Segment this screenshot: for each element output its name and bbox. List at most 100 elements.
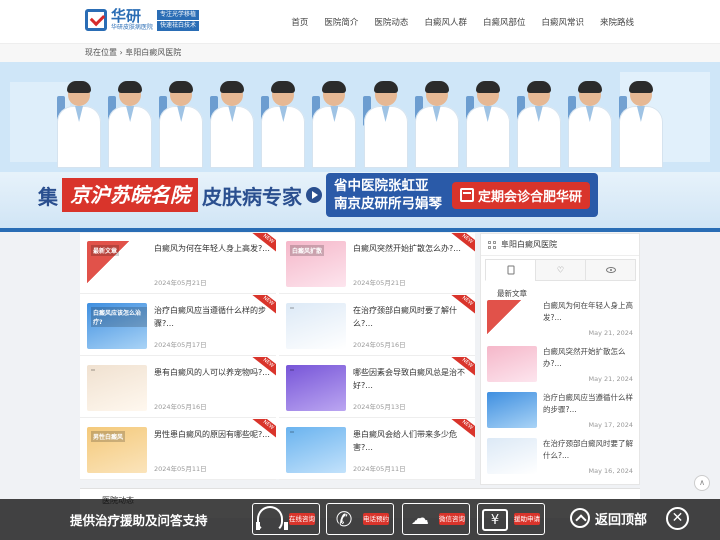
- tab-popular[interactable]: [585, 259, 636, 281]
- banner-headline: 集 京沪苏皖名院 皮肤病专家 省中医院张虹亚 南京皮研所弓娟琴 定期会诊合肥华研: [38, 173, 658, 217]
- online-consult-button[interactable]: 在线咨询: [252, 503, 320, 535]
- doctor-figure: [55, 74, 103, 170]
- nav-about[interactable]: 医院简介: [324, 16, 358, 28]
- logo-name: 华研: [111, 7, 142, 25]
- article-title[interactable]: 男性患白癜风的原因有哪些呢?...: [154, 428, 272, 441]
- wechat-consult-label: 微信咨询: [439, 513, 465, 525]
- sidebar-article-date: May 21, 2024: [588, 329, 633, 337]
- sidebar-article-date: May 16, 2024: [588, 467, 633, 475]
- article-card[interactable]: 最新文章 白癜风为何在年轻人身上高发?... 2024年05月21日 NEW: [80, 233, 276, 294]
- article-thumbnail[interactable]: [286, 427, 346, 473]
- article-thumbnail[interactable]: [87, 365, 147, 411]
- breadcrumb: 现在位置 › 阜阳白癜风医院: [0, 44, 720, 62]
- article-title[interactable]: 患有白癜风的人可以养宠物吗?...: [154, 366, 272, 379]
- sidebar-article-thumbnail[interactable]: [487, 438, 537, 474]
- nav-groups[interactable]: 白癜风人群: [424, 16, 467, 28]
- sidebar-article-title[interactable]: 白癜风突然开始扩散怎么办?...: [543, 346, 633, 370]
- site-logo[interactable]: 华研 华研皮肤病医院 专注光学移植 快速祛白技术: [85, 7, 200, 32]
- doctor-figure: [566, 74, 614, 170]
- article-title[interactable]: 白癜风为何在年轻人身上高发?...: [154, 242, 272, 255]
- chat-icon: ☁: [411, 508, 429, 529]
- nav-knowledge[interactable]: 白癜风常识: [541, 16, 584, 28]
- doctor-figure: [310, 74, 358, 170]
- sidebar-header: 阜阳白癜风医院: [481, 234, 639, 256]
- article-card[interactable]: 白癜风扩散 白癜风突然开始扩散怎么办?... 2024年05月21日 NEW: [279, 233, 475, 294]
- tab-favorites[interactable]: ♡: [535, 259, 586, 281]
- doctor-figure: [106, 74, 154, 170]
- article-card[interactable]: 患有白癜风的人可以养宠物吗?... 2024年05月16日 NEW: [80, 357, 276, 418]
- article-card[interactable]: 男性白癜风 男性患白癜风的原因有哪些呢?... 2024年05月11日 NEW: [80, 419, 276, 480]
- sidebar-article[interactable]: 在治疗颈部白癜风时要了解什么?... May 16, 2024: [487, 438, 635, 478]
- site-header: 华研 华研皮肤病医院 专注光学移植 快速祛白技术 首页 医院简介 医院动态 白癜…: [0, 0, 720, 44]
- article-title[interactable]: 在治疗颈部白癜风时要了解什么?...: [353, 304, 471, 330]
- scroll-up-button[interactable]: ∧: [694, 475, 710, 491]
- sidebar-article-date: May 21, 2024: [588, 375, 633, 383]
- article-thumbnail[interactable]: 白癜风应该怎么治疗?: [87, 303, 147, 349]
- nav-parts[interactable]: 白癜风部位: [483, 16, 526, 28]
- sidebar-article-title[interactable]: 在治疗颈部白癜风时要了解什么?...: [543, 438, 633, 462]
- yen-icon: ¥: [482, 509, 508, 531]
- bottom-consult-bar: 提供治疗援助及问答支持 在线咨询 ✆ 电话预约 ☁ 微信咨询 ¥ 援助申请 返回…: [0, 499, 720, 540]
- arrow-up-icon: [570, 508, 590, 528]
- sidebar-article-thumbnail[interactable]: [487, 346, 537, 382]
- sidebar-article-title[interactable]: 白癜风为何在年轻人身上高发?...: [543, 300, 633, 324]
- article-card[interactable]: 患白癜风会给人们带来多少危害?... 2024年05月11日 NEW: [279, 419, 475, 480]
- aid-apply-button[interactable]: ¥ 援助申请: [477, 503, 545, 535]
- banner-suffix: 皮肤病专家: [202, 184, 302, 209]
- doctor-figure: [464, 74, 512, 170]
- article-card[interactable]: 在治疗颈部白癜风时要了解什么?... 2024年05月16日 NEW: [279, 295, 475, 356]
- article-title[interactable]: 哪些因素会导致白癜风总是治不好?...: [353, 366, 471, 392]
- grid-icon: [488, 241, 496, 249]
- sidebar-article[interactable]: 治疗白癜风应当遵循什么样的步骤?... May 17, 2024: [487, 392, 635, 432]
- article-thumbnail[interactable]: [286, 365, 346, 411]
- main-content: 最新文章 白癜风为何在年轻人身上高发?... 2024年05月21日 NEW 白…: [80, 233, 640, 493]
- article-title[interactable]: 白癜风突然开始扩散怎么办?...: [353, 242, 471, 255]
- article-title[interactable]: 治疗白癜风应当遵循什么样的步骤?...: [154, 304, 272, 330]
- online-consult-label: 在线咨询: [289, 513, 315, 525]
- sidebar-tabs: ♡: [485, 259, 636, 281]
- banner-highlight: 京沪苏皖名院: [62, 178, 198, 212]
- article-thumbnail[interactable]: 最新文章: [87, 241, 147, 287]
- doctor-figure: [617, 74, 665, 170]
- article-date: 2024年05月17日: [154, 341, 207, 349]
- doctor-figure: [515, 74, 563, 170]
- eye-icon: [605, 267, 616, 273]
- article-title[interactable]: 患白癜风会给人们带来多少危害?...: [353, 428, 471, 454]
- logo-tag-1: 专注光学移植: [157, 9, 200, 20]
- sidebar-article[interactable]: 白癜风为何在年轻人身上高发?... May 21, 2024: [487, 300, 635, 340]
- phone-booking-label: 电话预约: [363, 513, 389, 525]
- close-icon[interactable]: ✕: [666, 507, 689, 530]
- sidebar-article[interactable]: 白癜风突然开始扩散怎么办?... May 21, 2024: [487, 346, 635, 386]
- wechat-consult-button[interactable]: ☁ 微信咨询: [402, 503, 470, 535]
- consultation-cta[interactable]: 定期会诊合肥华研: [452, 181, 591, 209]
- article-thumbnail[interactable]: [286, 303, 346, 349]
- logo-subtitle: 华研皮肤病医院: [111, 24, 154, 31]
- article-thumbnail[interactable]: 男性白癜风: [87, 427, 147, 473]
- tab-latest[interactable]: [485, 259, 536, 281]
- nav-route[interactable]: 来院路线: [600, 16, 634, 28]
- sidebar-article-thumbnail[interactable]: [487, 392, 537, 428]
- sidebar: 阜阳白癜风医院 ♡ 最新文章 白癜风为何在年轻人身上高发?... May 21,…: [480, 233, 640, 485]
- article-date: 2024年05月11日: [154, 465, 207, 473]
- article-thumbnail[interactable]: 白癜风扩散: [286, 241, 346, 287]
- doctor-figure: [157, 74, 205, 170]
- nav-news[interactable]: 医院动态: [374, 16, 408, 28]
- article-card[interactable]: 哪些因素会导致白癜风总是治不好?... 2024年05月13日 NEW: [279, 357, 475, 418]
- banner-prefix: 集: [38, 184, 58, 209]
- article-card[interactable]: 白癜风应该怎么治疗? 治疗白癜风应当遵循什么样的步骤?... 2024年05月1…: [80, 295, 276, 356]
- sidebar-subtitle: 最新文章: [497, 289, 527, 298]
- phone-booking-button[interactable]: ✆ 电话预约: [326, 503, 394, 535]
- main-nav: 首页 医院简介 医院动态 白癜风人群 白癜风部位 白癜风常识 来院路线: [291, 16, 634, 28]
- doctor-figure: [259, 74, 307, 170]
- sidebar-article-title[interactable]: 治疗白癜风应当遵循什么样的步骤?...: [543, 392, 633, 416]
- banner-experts-box: 省中医院张虹亚 南京皮研所弓娟琴 定期会诊合肥华研: [326, 173, 599, 217]
- sidebar-article-thumbnail[interactable]: [487, 300, 537, 336]
- doctor-figure: [361, 74, 409, 170]
- hero-banner[interactable]: 集 京沪苏皖名院 皮肤病专家 省中医院张虹亚 南京皮研所弓娟琴 定期会诊合肥华研: [0, 62, 720, 232]
- article-grid: 最新文章 白癜风为何在年轻人身上高发?... 2024年05月21日 NEW 白…: [80, 233, 475, 480]
- back-to-top-button[interactable]: 返回顶部: [570, 508, 647, 528]
- banner-expert-2: 南京皮研所弓娟琴: [334, 196, 442, 212]
- nav-home[interactable]: 首页: [291, 16, 308, 28]
- heart-icon: ♡: [556, 265, 565, 275]
- logo-check-icon: [85, 9, 107, 31]
